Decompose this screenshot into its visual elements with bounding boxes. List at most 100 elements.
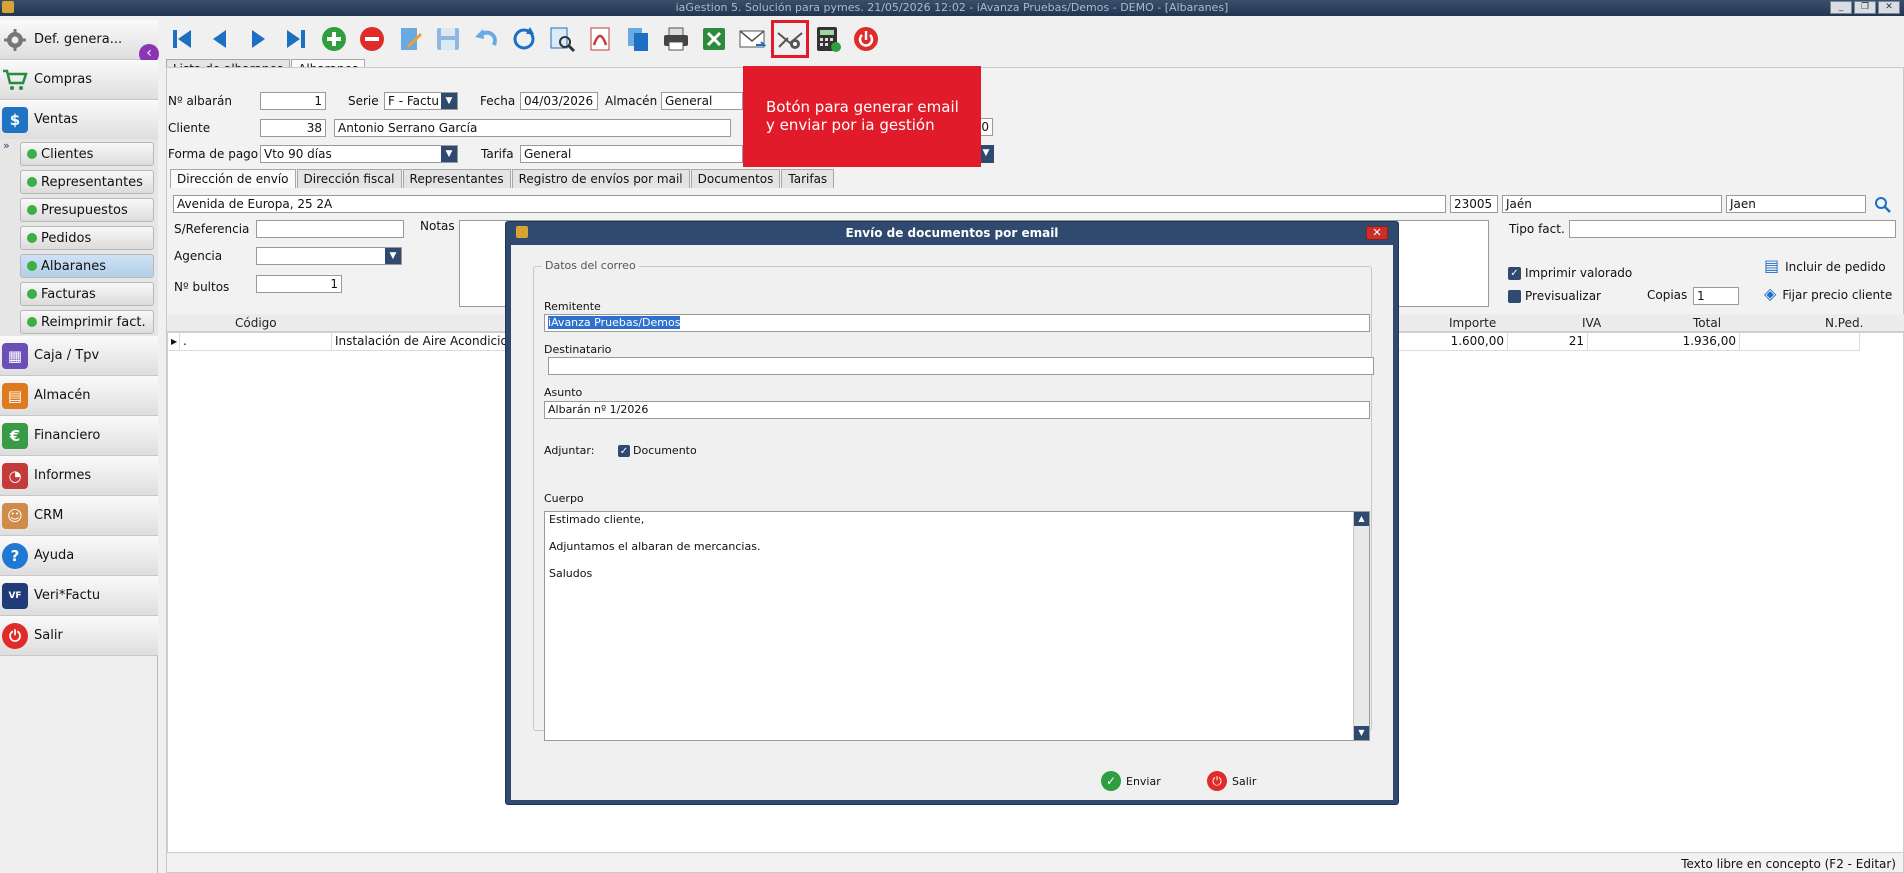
maximize-button[interactable]: ❐ xyxy=(1854,1,1876,14)
fecha-field[interactable]: 04/03/2026 xyxy=(520,92,598,110)
expand-chevron-icon: » xyxy=(3,139,10,152)
sidebar-item-informes[interactable]: ◔ Informes xyxy=(0,456,158,496)
last-record-button[interactable] xyxy=(280,23,312,55)
serie-select[interactable]: F - Factu ▼ xyxy=(384,92,458,110)
scroll-up-icon[interactable]: ▲ xyxy=(1354,512,1369,526)
cliente-name-field[interactable]: Antonio Serrano García xyxy=(334,119,731,137)
sidebar-item-caja[interactable]: ▦ Caja / Tpv xyxy=(0,336,158,376)
column-header-total[interactable]: Total xyxy=(1693,316,1721,330)
submenu-item-pedidos[interactable]: Pedidos xyxy=(20,226,154,250)
bultos-field[interactable]: 1 xyxy=(256,275,342,293)
generate-email-button[interactable] xyxy=(771,20,809,58)
dialog-close-button[interactable]: ✕ xyxy=(1366,226,1388,240)
first-record-button[interactable] xyxy=(166,23,198,55)
address-street-field[interactable]: Avenida de Europa, 25 2A xyxy=(173,195,1446,213)
save-button[interactable] xyxy=(432,23,464,55)
sidebar-item-verifactu[interactable]: VF Veri*Factu xyxy=(0,576,158,616)
bultos-label: Nº bultos xyxy=(174,280,230,294)
sidebar-item-financiero[interactable]: € Financiero xyxy=(0,416,158,456)
dialog-title: Envío de documentos por email xyxy=(845,226,1059,240)
sidebar-item-label: Def. genera... xyxy=(34,32,123,47)
minimize-button[interactable]: _ xyxy=(1830,1,1852,14)
submenu-item-representantes[interactable]: Representantes xyxy=(20,170,154,194)
pdf-button[interactable] xyxy=(584,23,616,55)
sidebar-item-salir[interactable]: ⏻ Salir xyxy=(0,616,158,656)
tipo-fact-field[interactable] xyxy=(1569,220,1896,238)
city-field[interactable]: Jaén xyxy=(1502,195,1722,213)
cell-total[interactable]: 1.936,00 xyxy=(1588,333,1740,351)
sidebar-item-crm[interactable]: ☺ CRM xyxy=(0,496,158,536)
copy-button[interactable] xyxy=(622,23,654,55)
tab-documentos[interactable]: Documentos xyxy=(690,169,781,188)
destinatario-field[interactable] xyxy=(548,357,1374,375)
tab-direccion-envio[interactable]: Dirección de envío xyxy=(170,169,296,188)
previsualizar-checkbox[interactable]: ✓ Previsualizar xyxy=(1508,289,1601,303)
cliente-label: Cliente xyxy=(168,121,211,135)
tarifa-select[interactable]: General xyxy=(520,145,743,163)
postal-code-field[interactable]: 23005 xyxy=(1450,195,1498,213)
submenu-item-presupuestos[interactable]: Presupuestos xyxy=(20,198,154,222)
tipo-fact-label: Tipo fact. xyxy=(1509,222,1565,236)
almacen-label: Almacén xyxy=(605,94,658,108)
previous-record-button[interactable] xyxy=(204,23,236,55)
copy-icon xyxy=(628,28,648,51)
first-icon xyxy=(173,30,191,48)
fijar-precio-button[interactable]: ◈ Fijar precio cliente xyxy=(1764,284,1892,303)
scroll-down-icon[interactable]: ▼ xyxy=(1354,726,1369,740)
edit-button[interactable] xyxy=(394,23,426,55)
person-icon: ☺ xyxy=(2,502,28,529)
next-record-button[interactable] xyxy=(242,23,274,55)
referencia-field[interactable] xyxy=(256,220,404,238)
help-icon: ? xyxy=(2,542,28,569)
column-header-nped[interactable]: N.Ped. xyxy=(1825,316,1863,330)
tab-direccion-fiscal[interactable]: Dirección fiscal xyxy=(296,169,402,188)
sidebar-item-compras[interactable]: Compras xyxy=(0,60,158,100)
tab-representantes[interactable]: Representantes xyxy=(402,169,511,188)
asunto-field[interactable]: Albarán nº 1/2026 xyxy=(544,401,1370,419)
almacen-select[interactable]: General xyxy=(661,92,743,110)
numero-field[interactable]: 1 xyxy=(260,92,326,110)
incluir-pedido-button[interactable]: ▤ Incluir de pedido xyxy=(1764,256,1886,275)
tab-tarifas[interactable]: Tarifas xyxy=(781,169,835,188)
enviar-button[interactable]: ✓ Enviar xyxy=(1101,771,1161,791)
column-header-iva[interactable]: IVA xyxy=(1582,316,1601,330)
cuerpo-textarea[interactable]: Estimado cliente, Adjuntamos el albaran … xyxy=(544,511,1370,741)
documento-checkbox[interactable]: ✓ Documento xyxy=(618,444,697,457)
sidebar-item-ayuda[interactable]: ? Ayuda xyxy=(0,536,158,576)
cell-nped[interactable] xyxy=(1740,333,1860,351)
submenu-item-albaranes[interactable]: Albaranes xyxy=(20,254,154,278)
calculator-button[interactable] xyxy=(812,23,844,55)
add-record-button[interactable] xyxy=(318,23,350,55)
remitente-field[interactable]: iAvanza Pruebas/Demos xyxy=(544,314,1370,332)
forma-pago-select[interactable]: Vto 90 días ▼ xyxy=(260,145,458,163)
sidebar-item-def-general[interactable]: Def. genera... xyxy=(0,20,158,60)
salir-button[interactable]: ⏻ Salir xyxy=(1207,771,1256,791)
submenu-item-facturas[interactable]: Facturas xyxy=(20,282,154,306)
submenu-item-reimprimir[interactable]: Reimprimir fact. xyxy=(20,310,154,334)
cell-codigo[interactable]: . xyxy=(180,333,332,351)
exit-button[interactable] xyxy=(850,23,882,55)
province-field[interactable]: Jaen xyxy=(1726,195,1866,213)
sidebar-item-ventas[interactable]: $ Ventas xyxy=(0,100,158,140)
undo-button[interactable] xyxy=(470,23,502,55)
excel-button[interactable] xyxy=(698,23,730,55)
delete-record-button[interactable] xyxy=(356,23,388,55)
print-button[interactable] xyxy=(660,23,692,55)
column-header-codigo[interactable]: Código xyxy=(235,316,277,330)
refresh-button[interactable] xyxy=(508,23,540,55)
sidebar-item-almacen[interactable]: ▤ Almacén xyxy=(0,376,158,416)
imprimir-valorado-checkbox[interactable]: ✓ Imprimir valorado xyxy=(1508,266,1632,280)
cliente-code-field[interactable]: 38 xyxy=(260,119,326,137)
calculator-icon xyxy=(817,27,841,52)
tab-registro-envios[interactable]: Registro de envíos por mail xyxy=(511,169,690,188)
textarea-scrollbar[interactable]: ▲ ▼ xyxy=(1353,512,1369,740)
search-icon[interactable] xyxy=(1874,196,1892,214)
copias-stepper[interactable]: 1 xyxy=(1693,287,1739,305)
close-window-button[interactable]: ✕ xyxy=(1878,1,1900,14)
submenu-item-clientes[interactable]: Clientes xyxy=(20,142,154,166)
column-header-importe[interactable]: Importe xyxy=(1449,316,1496,330)
email-button[interactable] xyxy=(736,23,768,55)
agencia-select[interactable]: ▼ xyxy=(256,247,402,265)
search-button[interactable] xyxy=(546,23,578,55)
cell-iva[interactable]: 21 xyxy=(1508,333,1588,351)
